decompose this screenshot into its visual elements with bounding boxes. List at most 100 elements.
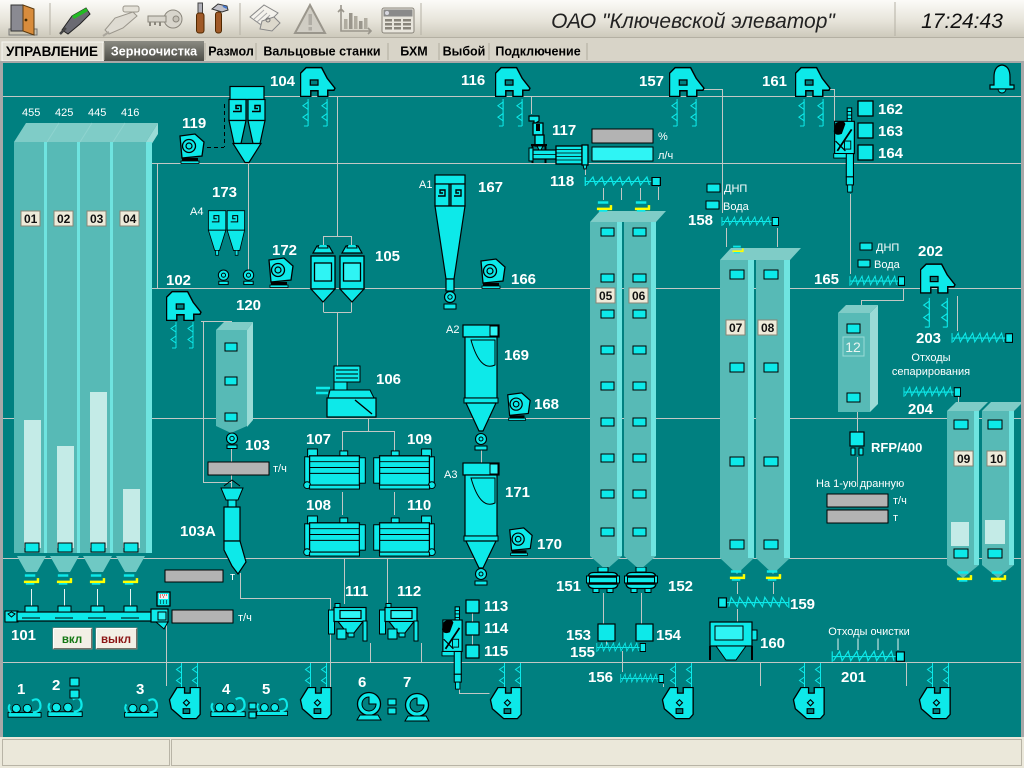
svg-text:163: 163 — [878, 123, 903, 140]
svg-text:%: % — [658, 131, 668, 143]
svg-text:116: 116 — [461, 72, 485, 89]
svg-text:157: 157 — [639, 73, 664, 90]
svg-text:164: 164 — [878, 145, 904, 162]
svg-text:7: 7 — [403, 674, 411, 691]
svg-text:Отходы: Отходы — [911, 352, 950, 364]
svg-text:ОАО "Ключевской элеватор": ОАО "Ключевской элеватор" — [551, 10, 836, 33]
svg-text:103A: 103A — [180, 523, 216, 540]
svg-text:171: 171 — [505, 484, 530, 501]
svg-text:445: 445 — [88, 107, 106, 119]
svg-text:т/ч: т/ч — [273, 463, 287, 475]
svg-text:101: 101 — [11, 627, 36, 644]
svg-text:158: 158 — [688, 212, 713, 229]
svg-text:151: 151 — [556, 578, 581, 595]
svg-text:3: 3 — [136, 681, 144, 698]
svg-text:112: 112 — [397, 583, 421, 600]
svg-text:сепарирования: сепарирования — [892, 366, 970, 378]
svg-text:107: 107 — [306, 431, 331, 448]
svg-text:117: 117 — [552, 122, 576, 139]
svg-text:204: 204 — [908, 401, 934, 418]
svg-text:118: 118 — [550, 173, 574, 190]
svg-text:165: 165 — [814, 271, 839, 288]
svg-text:ДНП: ДНП — [876, 242, 899, 254]
svg-text:Вальцовые станки: Вальцовые станки — [263, 45, 380, 59]
svg-text:119: 119 — [182, 115, 206, 132]
svg-text:4: 4 — [222, 681, 231, 698]
svg-text:A3: A3 — [444, 469, 457, 481]
svg-text:Размол: Размол — [208, 45, 254, 59]
svg-text:103: 103 — [245, 437, 270, 454]
svg-text:01: 01 — [24, 212, 38, 226]
svg-text:A4: A4 — [190, 206, 203, 218]
svg-text:На 1-ую дранную: На 1-ую дранную — [816, 478, 904, 490]
svg-text:168: 168 — [534, 396, 559, 413]
svg-text:111: 111 — [345, 583, 368, 600]
svg-text:425: 425 — [55, 107, 73, 119]
svg-text:155: 155 — [570, 644, 595, 661]
svg-text:09: 09 — [957, 452, 971, 466]
svg-text:т: т — [230, 571, 235, 583]
svg-text:156: 156 — [588, 669, 613, 686]
svg-text:108: 108 — [306, 497, 331, 514]
svg-text:170: 170 — [537, 536, 562, 553]
svg-text:RFP/400: RFP/400 — [871, 440, 922, 455]
svg-text:08: 08 — [761, 321, 775, 335]
svg-text:A1: A1 — [419, 179, 432, 191]
svg-text:120: 120 — [236, 297, 261, 314]
svg-text:172: 172 — [272, 242, 297, 259]
svg-text:115: 115 — [484, 643, 508, 660]
svg-text:БХМ: БХМ — [400, 45, 427, 59]
svg-text:152: 152 — [668, 578, 693, 595]
svg-text:Вода: Вода — [874, 259, 901, 271]
svg-text:Отходы очистки: Отходы очистки — [828, 626, 909, 638]
svg-text:5: 5 — [262, 681, 270, 698]
svg-text:Подключение: Подключение — [495, 45, 580, 59]
svg-text:л/ч: л/ч — [658, 150, 673, 162]
svg-text:203: 203 — [916, 330, 941, 347]
svg-text:109: 109 — [407, 431, 432, 448]
svg-text:12: 12 — [845, 339, 861, 355]
svg-text:17:24:43: 17:24:43 — [921, 10, 1003, 33]
svg-text:110: 110 — [407, 497, 431, 514]
svg-text:105: 105 — [375, 248, 400, 265]
svg-text:201: 201 — [841, 669, 866, 686]
svg-text:04: 04 — [123, 212, 137, 226]
svg-text:выкл: выкл — [101, 634, 131, 646]
svg-text:104: 104 — [270, 73, 296, 90]
svg-text:167: 167 — [478, 179, 503, 196]
svg-text:106: 106 — [376, 371, 401, 388]
svg-text:10: 10 — [990, 452, 1004, 466]
svg-text:173: 173 — [212, 184, 237, 201]
svg-text:2: 2 — [52, 677, 60, 694]
svg-text:05: 05 — [599, 289, 613, 303]
svg-text:159: 159 — [790, 596, 815, 613]
svg-text:06: 06 — [632, 289, 646, 303]
svg-text:202: 202 — [918, 243, 943, 260]
svg-text:Выбой: Выбой — [443, 45, 486, 59]
svg-text:т/ч: т/ч — [238, 612, 252, 624]
svg-text:02: 02 — [57, 212, 71, 226]
svg-text:1: 1 — [17, 681, 25, 698]
svg-text:07: 07 — [729, 321, 743, 335]
svg-text:т: т — [893, 512, 898, 524]
svg-text:455: 455 — [22, 107, 40, 119]
svg-text:Вода: Вода — [723, 201, 750, 213]
svg-text:153: 153 — [566, 627, 591, 644]
svg-text:03: 03 — [90, 212, 104, 226]
svg-text:ДНП: ДНП — [724, 183, 747, 195]
svg-text:УПРАВЛЕНИЕ: УПРАВЛЕНИЕ — [6, 44, 98, 59]
svg-text:6: 6 — [358, 674, 366, 691]
svg-text:т/ч: т/ч — [893, 495, 907, 507]
svg-text:102: 102 — [166, 272, 191, 289]
svg-text:113: 113 — [484, 598, 508, 615]
svg-text:162: 162 — [878, 101, 903, 118]
svg-text:A2: A2 — [446, 324, 459, 336]
svg-text:114: 114 — [484, 620, 509, 637]
svg-text:161: 161 — [762, 73, 787, 90]
svg-text:166: 166 — [511, 271, 536, 288]
svg-text:154: 154 — [656, 627, 682, 644]
svg-text:160: 160 — [760, 635, 785, 652]
svg-text:416: 416 — [121, 107, 139, 119]
svg-text:Зерноочистка: Зерноочистка — [111, 45, 198, 59]
svg-text:вкл: вкл — [62, 634, 82, 646]
